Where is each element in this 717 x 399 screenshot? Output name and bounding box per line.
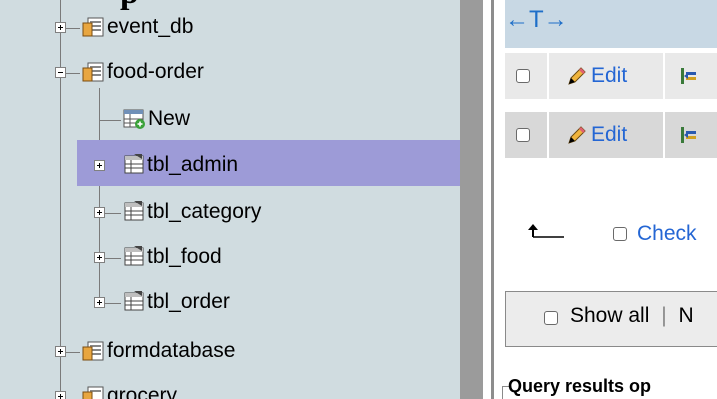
edit-link[interactable]: Edit bbox=[591, 64, 627, 88]
main-content: ←T→ Edit Edit Check Show all | N Query r… bbox=[494, 0, 717, 399]
collapse-icon[interactable] bbox=[55, 67, 66, 78]
table-row: Edit bbox=[505, 53, 717, 99]
tree-item-label: New bbox=[148, 107, 191, 130]
tree-item-label: tbl_category bbox=[147, 200, 262, 223]
table-icon bbox=[124, 246, 144, 266]
tree-item-label: grocery bbox=[107, 384, 178, 399]
tree-item-label: tbl_admin bbox=[147, 153, 239, 176]
check-all-checkbox[interactable] bbox=[613, 227, 627, 241]
navigation-panel: p event_db food-order bbox=[0, 0, 460, 399]
pencil-icon[interactable] bbox=[566, 124, 588, 146]
show-all-text: Show all bbox=[570, 304, 650, 327]
check-all-link[interactable]: Check bbox=[637, 222, 697, 246]
database-icon bbox=[82, 386, 104, 399]
edit-link[interactable]: Edit bbox=[591, 123, 627, 147]
row-checkbox[interactable] bbox=[516, 128, 530, 142]
table-icon bbox=[124, 201, 144, 221]
up-arrow-icon bbox=[528, 224, 564, 238]
tree-line bbox=[99, 120, 121, 121]
query-results-legend: Query results op bbox=[508, 376, 652, 396]
new-table-icon bbox=[123, 109, 145, 129]
database-icon bbox=[82, 341, 104, 361]
cell-divider bbox=[547, 112, 549, 158]
panel-splitter[interactable] bbox=[460, 0, 483, 399]
column-arrows[interactable]: ←T→ bbox=[505, 6, 568, 34]
tree-item-label: food-order bbox=[107, 60, 204, 83]
separator: | bbox=[661, 304, 667, 327]
pencil-icon[interactable] bbox=[566, 65, 588, 87]
copy-icon[interactable] bbox=[680, 125, 698, 145]
table-icon bbox=[124, 291, 144, 311]
expand-icon[interactable] bbox=[94, 252, 105, 263]
next-control-label: N bbox=[678, 304, 694, 327]
tree-item-label: tbl_order bbox=[147, 290, 230, 313]
copy-icon[interactable] bbox=[680, 66, 698, 86]
expand-icon[interactable] bbox=[94, 160, 105, 171]
expand-icon[interactable] bbox=[94, 297, 105, 308]
show-all-label[interactable]: Show all | N bbox=[570, 304, 694, 328]
tree-item-label: event_db bbox=[107, 15, 194, 38]
table-icon bbox=[124, 154, 144, 174]
database-icon bbox=[82, 62, 104, 82]
expand-icon[interactable] bbox=[55, 22, 66, 33]
expand-icon[interactable] bbox=[55, 391, 66, 399]
cell-divider bbox=[663, 112, 665, 158]
cell-divider bbox=[547, 53, 549, 99]
expand-icon[interactable] bbox=[55, 346, 66, 357]
show-all-checkbox[interactable] bbox=[544, 311, 558, 325]
database-icon bbox=[82, 17, 104, 37]
row-checkbox[interactable] bbox=[516, 69, 530, 83]
cell-divider bbox=[663, 53, 665, 99]
tree-item-label: tbl_food bbox=[147, 245, 222, 268]
tree-item-label: formdatabase bbox=[107, 339, 236, 362]
expand-icon[interactable] bbox=[94, 207, 105, 218]
cut-off-heading: p bbox=[120, 0, 139, 12]
tree-line bbox=[60, 0, 61, 399]
table-row: Edit bbox=[505, 112, 717, 158]
